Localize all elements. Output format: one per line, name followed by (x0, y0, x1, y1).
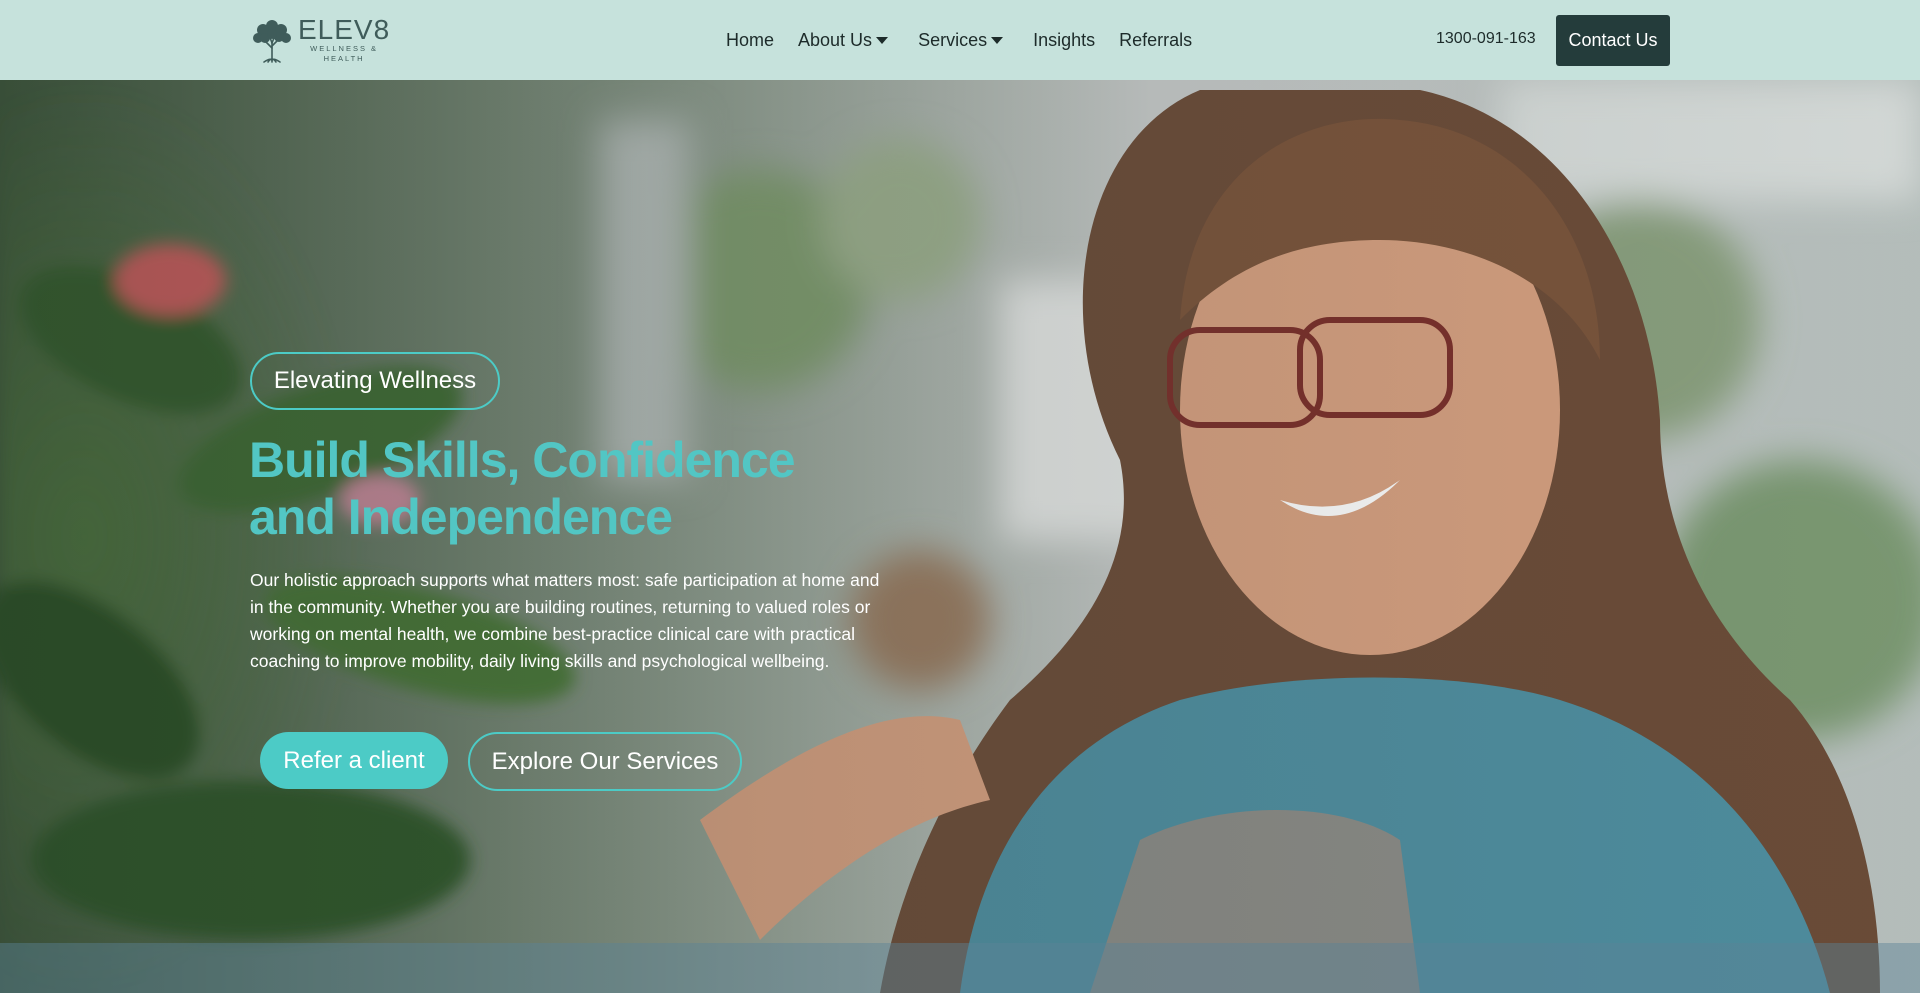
nav-services-label: Services (918, 29, 988, 50)
hero-headline-line-2: and Independence (249, 489, 673, 545)
nav-home-label: Home (726, 29, 775, 50)
brand-logo[interactable]: ELEV8 WELLNESS & HEALTH (250, 14, 390, 66)
tree-icon (253, 20, 291, 63)
brand-tagline-2: HEALTH (323, 54, 365, 63)
hero-description: Our holistic approach supports what matt… (250, 570, 880, 671)
nav-insights[interactable]: Insights (1033, 30, 1095, 51)
nav-home[interactable]: Home (726, 30, 774, 51)
next-section-strip (0, 943, 1920, 993)
hero-headline: Build Skills, Confidence and Independenc… (249, 432, 949, 546)
nav-services[interactable]: Services (918, 29, 1004, 51)
brand-wordmark: ELEV8 WELLNESS & HEALTH (298, 16, 390, 64)
contact-us-button[interactable]: Contact Us (1556, 15, 1670, 66)
site-header: ELEV8 WELLNESS & HEALTH Home About Us Se… (0, 0, 1920, 80)
nav-about-us[interactable]: About Us (798, 29, 889, 51)
brand-tagline-1: WELLNESS & (310, 44, 379, 53)
nav-referrals-label: Referrals (1119, 29, 1193, 50)
phone-number-link[interactable]: 1300-091-163 (1436, 30, 1536, 48)
nav-insights-label: Insights (1033, 29, 1096, 50)
caret-down-icon (876, 37, 889, 44)
hero-section: Elevating Wellness Build Skills, Confide… (0, 80, 1920, 993)
main-nav: Home About Us Services Insights Referral… (726, 0, 1216, 80)
eyebrow-badge: Elevating Wellness (250, 352, 500, 410)
nav-referrals[interactable]: Referrals (1119, 30, 1192, 51)
refer-a-client-button[interactable]: Refer a client (260, 732, 448, 789)
nav-about-us-label: About Us (798, 29, 873, 50)
explore-services-button[interactable]: Explore Our Services (468, 732, 742, 791)
hero-headline-line-1: Build Skills, Confidence (249, 432, 796, 488)
caret-down-icon (991, 37, 1004, 44)
brand-name: ELEV8 (298, 14, 391, 45)
